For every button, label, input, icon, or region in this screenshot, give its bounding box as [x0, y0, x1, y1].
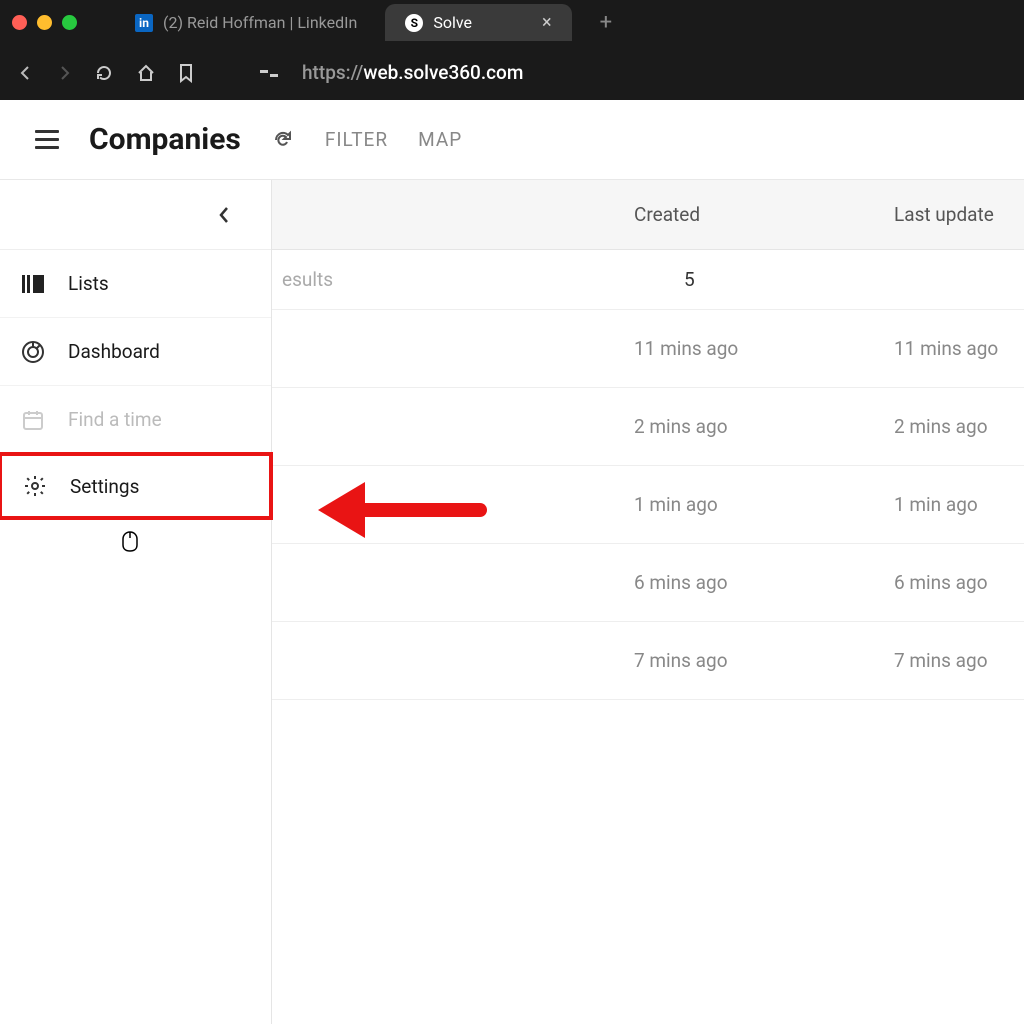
cell-updated: 11 mins ago: [894, 337, 1024, 360]
sidebar-item-dashboard[interactable]: Dashboard: [0, 318, 271, 386]
back-icon[interactable]: [18, 65, 34, 81]
browser-chrome: in (2) Reid Hoffman | LinkedIn S Solve ×…: [0, 0, 1024, 100]
solve-icon: S: [405, 14, 423, 32]
cell-created: 11 mins ago: [634, 337, 894, 360]
sidebar: Lists Dashboard Find a time Settings: [0, 180, 272, 1024]
content-area: Created Last update esults 5 11 mins ago…: [272, 180, 1024, 1024]
filter-link[interactable]: FILTER: [325, 128, 388, 151]
results-row: esults 5: [272, 250, 1024, 310]
menu-icon[interactable]: [35, 130, 59, 149]
sidebar-item-label: Find a time: [68, 408, 162, 431]
sidebar-item-label: Dashboard: [68, 340, 160, 363]
sidebar-item-settings[interactable]: Settings: [0, 452, 273, 520]
bookmark-icon[interactable]: [178, 63, 194, 83]
cell-created: 2 mins ago: [634, 415, 894, 438]
cell-created: 1 min ago: [634, 493, 894, 516]
list-icon: [20, 275, 46, 293]
window-controls[interactable]: [12, 15, 77, 30]
collapse-sidebar[interactable]: [0, 180, 271, 250]
sidebar-item-findtime[interactable]: Find a time: [0, 386, 271, 454]
results-label: esults: [282, 268, 684, 291]
tab-label: (2) Reid Hoffman | LinkedIn: [163, 13, 357, 32]
linkedin-icon: in: [135, 14, 153, 32]
minimize-window-icon[interactable]: [37, 15, 52, 30]
cell-created: 7 mins ago: [634, 649, 894, 672]
close-tab-icon[interactable]: ×: [542, 12, 552, 33]
sidebar-item-label: Lists: [68, 272, 109, 295]
app-header: Companies FILTER MAP: [0, 100, 1024, 180]
sidebar-item-label: Settings: [70, 475, 139, 498]
cell-updated: 1 min ago: [894, 493, 1024, 516]
table-header: Created Last update: [272, 180, 1024, 250]
cell-updated: 6 mins ago: [894, 571, 1024, 594]
address-bar[interactable]: https://web.solve360.com: [302, 61, 523, 84]
table-row[interactable]: 2 mins ago 2 mins ago: [272, 388, 1024, 466]
col-created[interactable]: Created: [634, 203, 894, 226]
map-link[interactable]: MAP: [418, 128, 462, 151]
page-title: Companies: [89, 122, 241, 157]
forward-icon[interactable]: [56, 65, 72, 81]
target-icon: [20, 340, 46, 364]
tab-solve[interactable]: S Solve ×: [385, 4, 571, 41]
refresh-icon[interactable]: [271, 128, 295, 152]
body-layout: Lists Dashboard Find a time Settings Cre…: [0, 180, 1024, 1024]
calendar-icon: [20, 409, 46, 431]
annotation-arrow: [310, 470, 490, 550]
table-row[interactable]: 6 mins ago 6 mins ago: [272, 544, 1024, 622]
gear-icon: [22, 474, 48, 498]
cell-updated: 7 mins ago: [894, 649, 1024, 672]
sidebar-item-lists[interactable]: Lists: [0, 250, 271, 318]
chevron-left-icon: [217, 205, 231, 225]
nav-bar: https://web.solve360.com: [0, 45, 1024, 100]
cell-created: 6 mins ago: [634, 571, 894, 594]
tab-label: Solve: [433, 13, 472, 32]
results-count: 5: [684, 268, 1014, 291]
site-settings-icon[interactable]: [258, 64, 280, 82]
cell-updated: 2 mins ago: [894, 415, 1024, 438]
table-row[interactable]: 7 mins ago 7 mins ago: [272, 622, 1024, 700]
maximize-window-icon[interactable]: [62, 15, 77, 30]
new-tab-button[interactable]: +: [580, 10, 632, 35]
home-icon[interactable]: [136, 63, 156, 83]
close-window-icon[interactable]: [12, 15, 27, 30]
table-row[interactable]: 11 mins ago 11 mins ago: [272, 310, 1024, 388]
cursor-icon: [120, 530, 140, 552]
reload-icon[interactable]: [94, 63, 114, 83]
tab-bar: in (2) Reid Hoffman | LinkedIn S Solve ×…: [0, 0, 1024, 45]
col-updated[interactable]: Last update: [894, 203, 1024, 226]
tab-linkedin[interactable]: in (2) Reid Hoffman | LinkedIn: [115, 5, 377, 40]
